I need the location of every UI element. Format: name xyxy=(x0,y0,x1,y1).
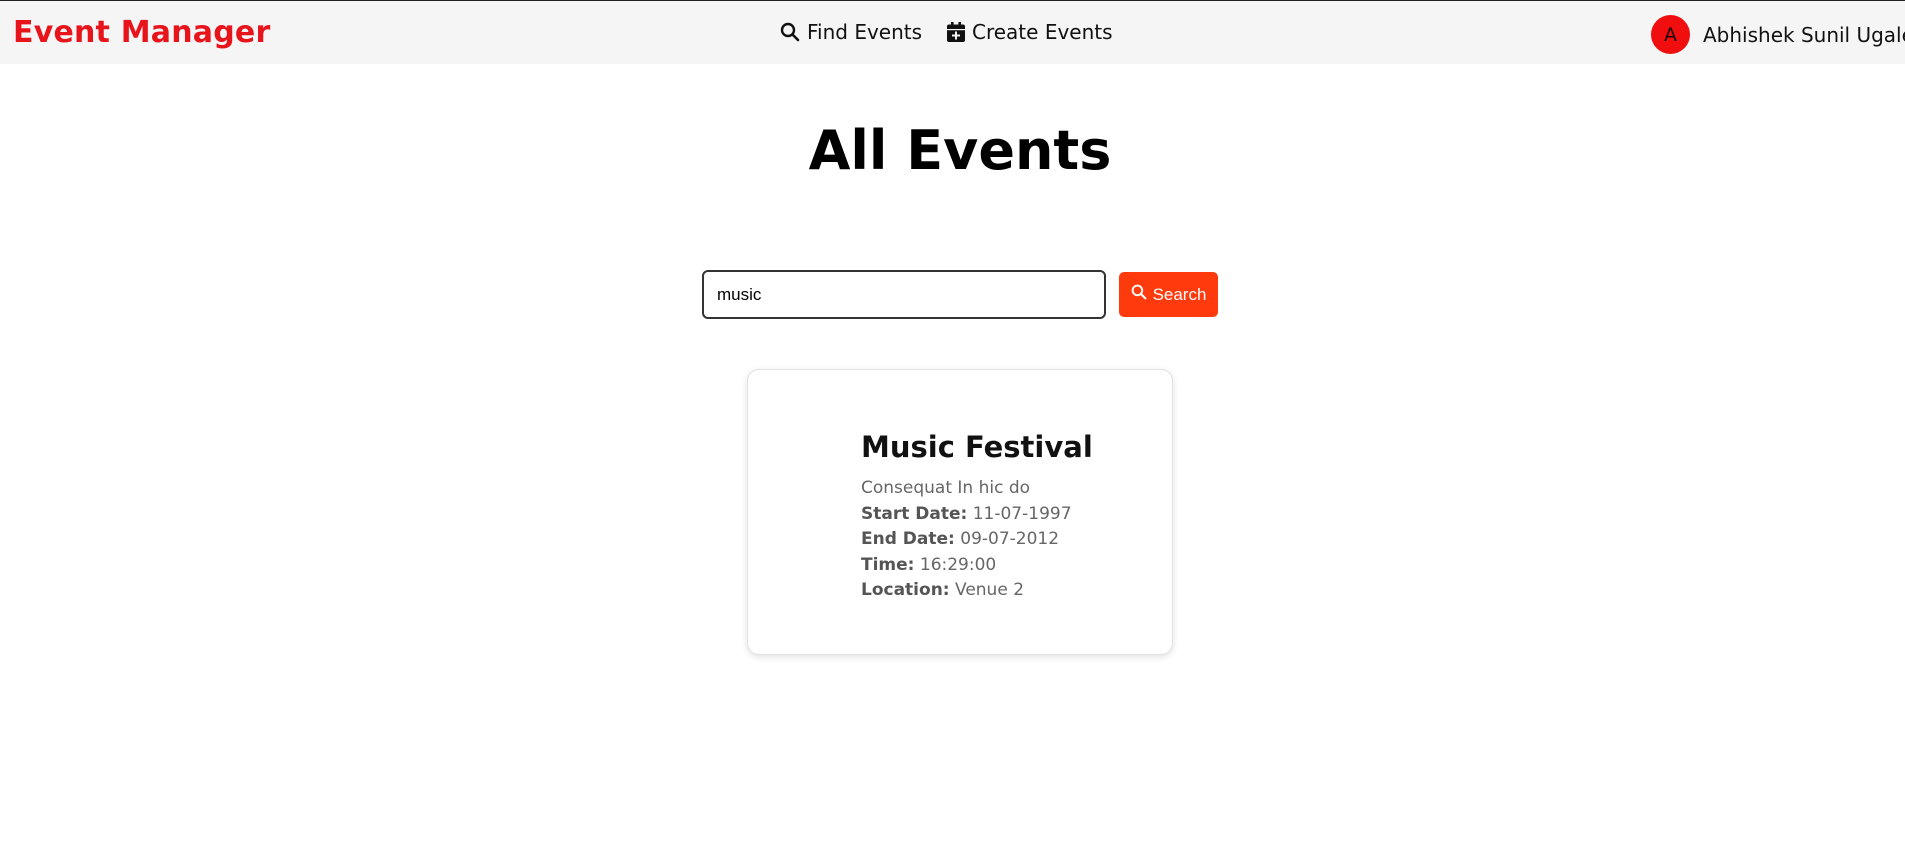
event-end-date-label: End Date: xyxy=(861,529,955,549)
user-menu[interactable]: A Abhishek Sunil Ugale xyxy=(1651,15,1905,54)
user-name: Abhishek Sunil Ugale xyxy=(1703,22,1905,47)
event-time-value: 16:29:00 xyxy=(919,554,997,575)
event-start-date: Start Date: 11-07-1997 xyxy=(861,502,1093,528)
search-input[interactable] xyxy=(702,270,1106,319)
event-location-value: Venue 2 xyxy=(955,580,1025,600)
avatar: A xyxy=(1651,15,1690,54)
calendar-plus-icon xyxy=(947,22,965,42)
event-card[interactable]: Music Festival Consequat In hic do Start… xyxy=(747,369,1173,655)
search-button-label: Search xyxy=(1152,284,1207,304)
event-start-date-value: 11-07-1997 xyxy=(972,503,1072,524)
nav-create-events[interactable]: Create Events xyxy=(947,20,1113,44)
nav-find-events[interactable]: Find Events xyxy=(780,20,922,44)
page-title: All Events xyxy=(808,119,1112,182)
search-button[interactable]: Search xyxy=(1119,272,1218,317)
event-end-date: End Date: 09-07-2012 xyxy=(861,527,1093,553)
event-location: Location: Venue 2 xyxy=(861,578,1093,604)
event-description: Consequat In hic do xyxy=(861,478,1031,498)
search-icon xyxy=(780,22,800,42)
event-time-label: Time: xyxy=(861,554,915,575)
event-title: Music Festival xyxy=(861,430,1093,464)
nav-find-events-label: Find Events xyxy=(807,20,923,44)
event-end-date-value: 09-07-2012 xyxy=(960,529,1060,549)
search-icon xyxy=(1131,284,1147,305)
event-card-body: Music Festival Consequat In hic do Start… xyxy=(861,430,1093,604)
nav-create-events-label: Create Events xyxy=(972,20,1113,44)
event-time: Time: 16:29:00 xyxy=(861,553,1093,579)
event-start-date-label: Start Date: xyxy=(861,503,968,524)
top-navbar: Event Manager Find Events Create Events … xyxy=(0,0,1905,64)
event-location-label: Location: xyxy=(861,580,950,600)
brand-logo[interactable]: Event Manager xyxy=(13,15,270,50)
